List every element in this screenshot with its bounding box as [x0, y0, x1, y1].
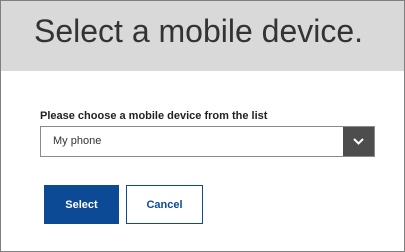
dialog-title: Select a mobile device. — [34, 13, 364, 49]
dropdown-toggle[interactable] — [343, 127, 374, 156]
select-button[interactable]: Select — [44, 185, 119, 224]
device-field-label: Please choose a mobile device from the l… — [40, 110, 268, 122]
device-select[interactable]: My phone — [40, 126, 375, 157]
device-select-value: My phone — [53, 135, 102, 147]
chevron-down-icon — [353, 138, 364, 145]
dialog-header: Select a mobile device. — [1, 1, 404, 71]
cancel-button[interactable]: Cancel — [126, 185, 203, 224]
device-selection-dialog: Select a mobile device. Please choose a … — [0, 0, 405, 252]
